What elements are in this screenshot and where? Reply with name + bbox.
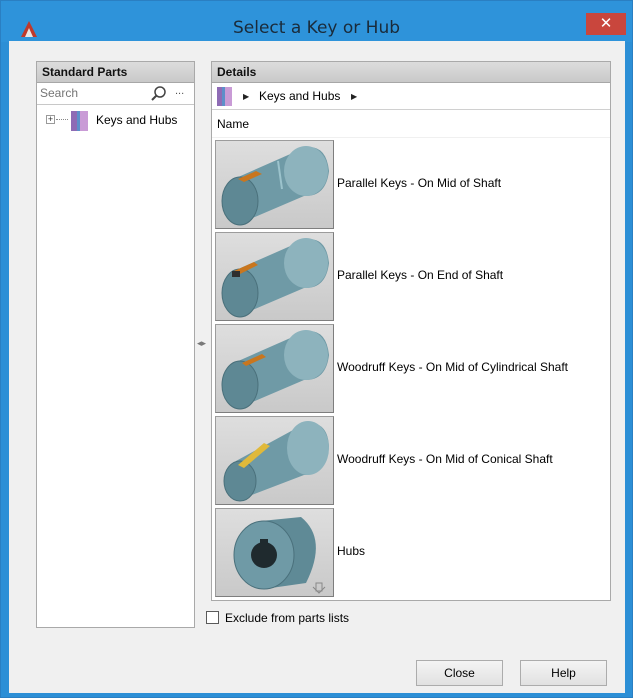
exclude-checkbox[interactable] — [206, 611, 219, 624]
splitter-handle[interactable]: ◂▸ — [197, 338, 206, 349]
help-button[interactable]: Help — [520, 660, 607, 686]
details-header: Details — [212, 62, 610, 83]
close-window-button[interactable]: ✕ — [586, 13, 626, 35]
tree-item-keys-and-hubs[interactable]: + Keys and Hubs — [37, 108, 194, 134]
breadcrumb-arrow-icon[interactable]: ▶ — [351, 92, 357, 101]
parallel-key-mid-shaft-thumbnail — [215, 140, 334, 229]
list-item-label: Parallel Keys - On End of Shaft — [337, 268, 504, 282]
title-bar[interactable]: Select a Key or Hub ✕ — [1, 1, 632, 42]
woodruff-conical-thumbnail — [215, 416, 334, 505]
search-input[interactable] — [37, 83, 142, 103]
standard-parts-header: Standard Parts — [37, 62, 194, 83]
expand-icon[interactable]: + — [46, 115, 55, 124]
list-item[interactable]: Hubs — [212, 506, 610, 598]
dialog-body: Standard Parts ... + Keys and Hubs — [9, 41, 625, 693]
list-item-label: Woodruff Keys - On Mid of Conical Shaft — [337, 452, 553, 466]
name-column-header[interactable]: Name — [212, 110, 610, 138]
book-icon — [217, 87, 232, 106]
dialog-window: Select a Key or Hub ✕ Standard Parts ...… — [0, 0, 633, 698]
woodruff-cylindrical-thumbnail — [215, 324, 334, 413]
breadcrumb: ▶ Keys and Hubs ▶ — [212, 83, 610, 110]
details-panel: Details ▶ Keys and Hubs ▶ Name Parallel … — [211, 61, 611, 601]
list-item-label: Hubs — [337, 544, 366, 558]
list-item[interactable]: Parallel Keys - On End of Shaft — [212, 230, 610, 322]
standard-parts-panel: Standard Parts ... + Keys and Hubs — [36, 61, 195, 628]
window-title: Select a Key or Hub — [232, 18, 401, 38]
hub-thumbnail — [215, 508, 334, 597]
search-icon[interactable] — [150, 85, 168, 103]
list-item-label: Woodruff Keys - On Mid of Cylindrical Sh… — [337, 360, 568, 374]
tree-item-label: Keys and Hubs — [96, 113, 178, 127]
close-button[interactable]: Close — [416, 660, 503, 686]
list-item-label: Parallel Keys - On Mid of Shaft — [337, 176, 502, 190]
book-icon — [71, 111, 88, 131]
tree-connector — [56, 119, 68, 120]
list-item[interactable]: Woodruff Keys - On Mid of Cylindrical Sh… — [212, 322, 610, 414]
search-options-button[interactable]: ... — [175, 85, 184, 97]
list-item[interactable]: Parallel Keys - On Mid of Shaft — [212, 138, 610, 230]
parallel-key-end-shaft-thumbnail — [215, 232, 334, 321]
breadcrumb-arrow-icon[interactable]: ▶ — [243, 92, 249, 101]
exclude-checkbox-label[interactable]: Exclude from parts lists — [225, 611, 349, 625]
parts-list: Parallel Keys - On Mid of Shaft Parallel… — [212, 138, 610, 598]
search-box: ... — [37, 83, 194, 105]
breadcrumb-item[interactable]: Keys and Hubs — [259, 89, 340, 103]
list-item[interactable]: Woodruff Keys - On Mid of Conical Shaft — [212, 414, 610, 506]
